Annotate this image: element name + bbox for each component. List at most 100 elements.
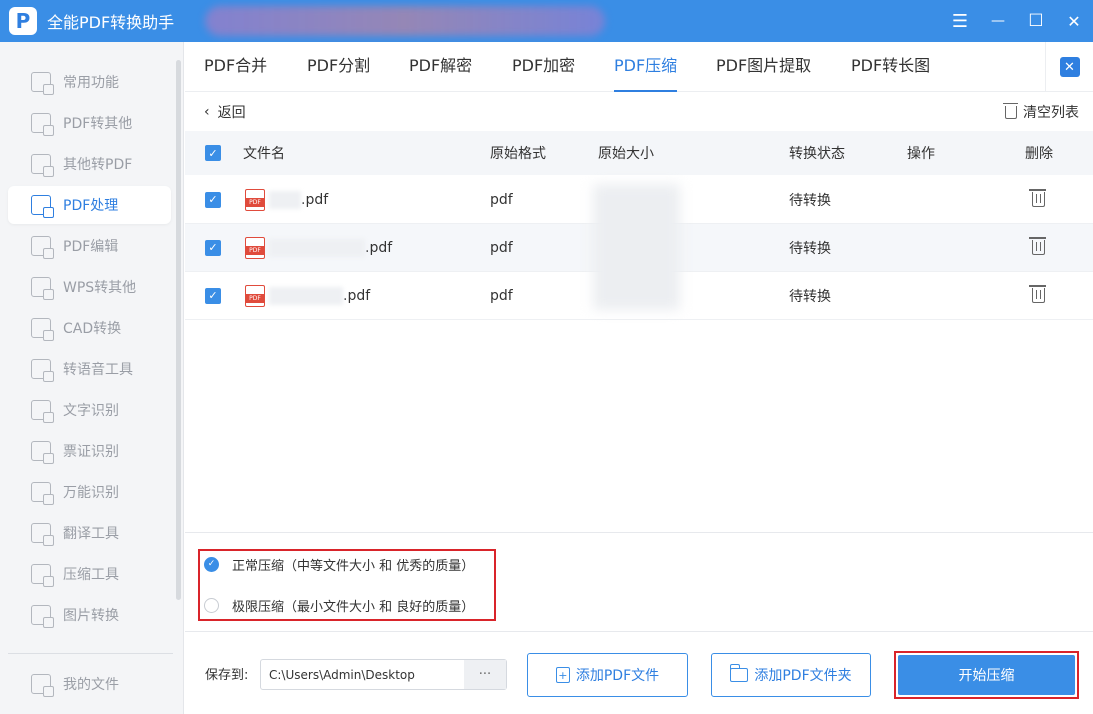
sidebar-item-pdf-edit[interactable]: PDF编辑	[8, 227, 171, 265]
delete-row-button[interactable]	[1029, 176, 1046, 223]
trash-icon	[1029, 189, 1046, 207]
sidebar-item-voice[interactable]: 转语音工具	[8, 350, 171, 388]
save-to-label: 保存到:	[205, 668, 249, 683]
pdf-file-icon	[245, 284, 265, 307]
option-label: 正常压缩（中等文件大小 和 优秀的质量）	[232, 558, 475, 574]
sidebar-item-image-convert[interactable]: 图片转换	[8, 596, 171, 634]
save-path-field: ···	[260, 659, 507, 690]
app-title: 全能PDF转换助手	[47, 13, 175, 32]
file-status: 待转换	[789, 240, 831, 257]
add-folder-label: 添加PDF文件夹	[754, 668, 852, 684]
select-all-checkbox[interactable]: ✓	[205, 131, 221, 175]
image-convert-icon	[31, 605, 54, 628]
add-pdf-file-button[interactable]: + 添加PDF文件	[527, 653, 688, 697]
file-name: .pdf	[245, 272, 370, 319]
file-status: 待转换	[789, 192, 831, 209]
sidebar-item-ticket[interactable]: 票证识别	[8, 432, 171, 470]
title-bar: P 全能PDF转换助手 ☰ — ☐ ✕	[0, 0, 1093, 42]
tab-bar: PDF合并 PDF分割 PDF解密 PDF加密 PDF压缩 PDF图片提取 PD…	[185, 42, 1093, 92]
header-format: 原始格式	[490, 146, 546, 162]
browse-path-button[interactable]: ···	[464, 660, 506, 689]
header-action: 操作	[907, 146, 935, 162]
minimize-icon[interactable]: —	[979, 0, 1017, 42]
sidebar: 常用功能 PDF转其他 其他转PDF PDF处理 PDF编辑 WPS转其他 CA…	[0, 42, 184, 714]
sidebar-item-my-files[interactable]: 我的文件	[8, 665, 171, 703]
tab-pdf-encrypt[interactable]: PDF加密	[512, 42, 575, 92]
sidebar-item-translate[interactable]: 翻译工具	[8, 514, 171, 552]
sidebar-item-pdf-process[interactable]: PDF处理	[8, 186, 171, 224]
sidebar-item-label: PDF处理	[63, 198, 119, 214]
universal-scan-icon	[31, 482, 54, 505]
file-name: .pdf	[245, 176, 328, 223]
tab-pdf-decrypt[interactable]: PDF解密	[409, 42, 472, 92]
sidebar-item-label: 我的文件	[63, 677, 119, 693]
sidebar-item-label: 文字识别	[63, 403, 119, 419]
sidebar-item-wps[interactable]: WPS转其他	[8, 268, 171, 306]
add-pdf-folder-button[interactable]: 添加PDF文件夹	[711, 653, 871, 697]
pdf-edit-icon	[31, 236, 54, 259]
footer-divider	[185, 631, 1093, 632]
sidebar-item-cad[interactable]: CAD转换	[8, 309, 171, 347]
sidebar-item-pdf-to-other[interactable]: PDF转其他	[8, 104, 171, 142]
delete-row-button[interactable]	[1029, 272, 1046, 319]
tab-pdf-merge[interactable]: PDF合并	[204, 42, 267, 92]
back-button[interactable]: ‹ 返回	[204, 101, 246, 123]
sidebar-item-other-to-pdf[interactable]: 其他转PDF	[8, 145, 171, 183]
file-extension: .pdf	[301, 191, 329, 208]
trash-icon	[1029, 285, 1046, 303]
row-checkbox[interactable]: ✓	[205, 272, 221, 319]
tab-pdf-compress[interactable]: PDF压缩	[614, 42, 678, 92]
maximize-icon[interactable]: ☐	[1017, 0, 1055, 42]
chevron-left-icon: ‹	[204, 104, 210, 120]
compress-icon	[31, 564, 54, 587]
trash-icon	[1029, 237, 1046, 255]
file-extension: .pdf	[365, 239, 393, 256]
sidebar-item-compress[interactable]: 压缩工具	[8, 555, 171, 593]
app-logo-letter: P	[15, 9, 31, 33]
menu-icon[interactable]: ☰	[941, 0, 979, 42]
row-checkbox[interactable]: ✓	[205, 224, 221, 271]
sidebar-item-label: 万能识别	[63, 485, 119, 501]
pdf-process-icon	[31, 195, 54, 218]
save-path-input[interactable]	[269, 660, 464, 689]
option-normal-compress[interactable]: ✓ 正常压缩（中等文件大小 和 优秀的质量）	[204, 553, 474, 575]
row-checkbox[interactable]: ✓	[205, 176, 221, 223]
tab-pdf-image-extract[interactable]: PDF图片提取	[716, 42, 811, 92]
checkbox-checked-icon: ✓	[205, 239, 221, 256]
sidebar-item-label: PDF转其他	[63, 116, 133, 132]
sidebar-item-label: 票证识别	[63, 444, 119, 460]
radio-checked-icon: ✓	[204, 556, 219, 572]
header-filename: 文件名	[243, 146, 285, 162]
delete-row-button[interactable]	[1029, 224, 1046, 271]
close-panel-icon[interactable]: ✕	[1059, 57, 1080, 77]
close-icon[interactable]: ✕	[1055, 0, 1093, 42]
sidebar-scrollbar[interactable]	[176, 60, 181, 600]
sidebar-item-ocr[interactable]: 文字识别	[8, 391, 171, 429]
option-extreme-compress[interactable]: 极限压缩（最小文件大小 和 良好的质量）	[204, 594, 474, 616]
voice-icon	[31, 359, 54, 382]
ticket-icon	[31, 441, 54, 464]
sidebar-item-common[interactable]: 常用功能	[8, 63, 171, 101]
sidebar-item-universal[interactable]: 万能识别	[8, 473, 171, 511]
checkbox-checked-icon: ✓	[205, 287, 221, 304]
back-label: 返回	[217, 105, 246, 121]
tab-pdf-long-image[interactable]: PDF转长图	[851, 42, 930, 92]
blurred-filename	[269, 190, 301, 209]
tab-pdf-split[interactable]: PDF分割	[307, 42, 370, 92]
file-extension: .pdf	[343, 287, 371, 304]
trash-icon	[1003, 102, 1018, 119]
file-format: pdf	[490, 191, 513, 208]
to-pdf-icon	[31, 154, 54, 177]
home-grid-icon	[31, 72, 54, 95]
app-logo-icon: P	[9, 7, 37, 35]
my-files-icon	[31, 674, 54, 697]
clear-list-button[interactable]: 清空列表	[1003, 101, 1079, 123]
close-panel: ✕	[1045, 42, 1093, 92]
file-format: pdf	[490, 287, 513, 304]
pdf-convert-icon	[31, 113, 54, 136]
start-compress-button[interactable]: 开始压缩	[898, 655, 1075, 695]
pdf-file-icon	[245, 236, 265, 259]
window-controls: ☰ — ☐ ✕	[941, 0, 1093, 42]
sidebar-item-label: CAD转换	[63, 321, 122, 337]
blurred-filename	[269, 238, 365, 257]
